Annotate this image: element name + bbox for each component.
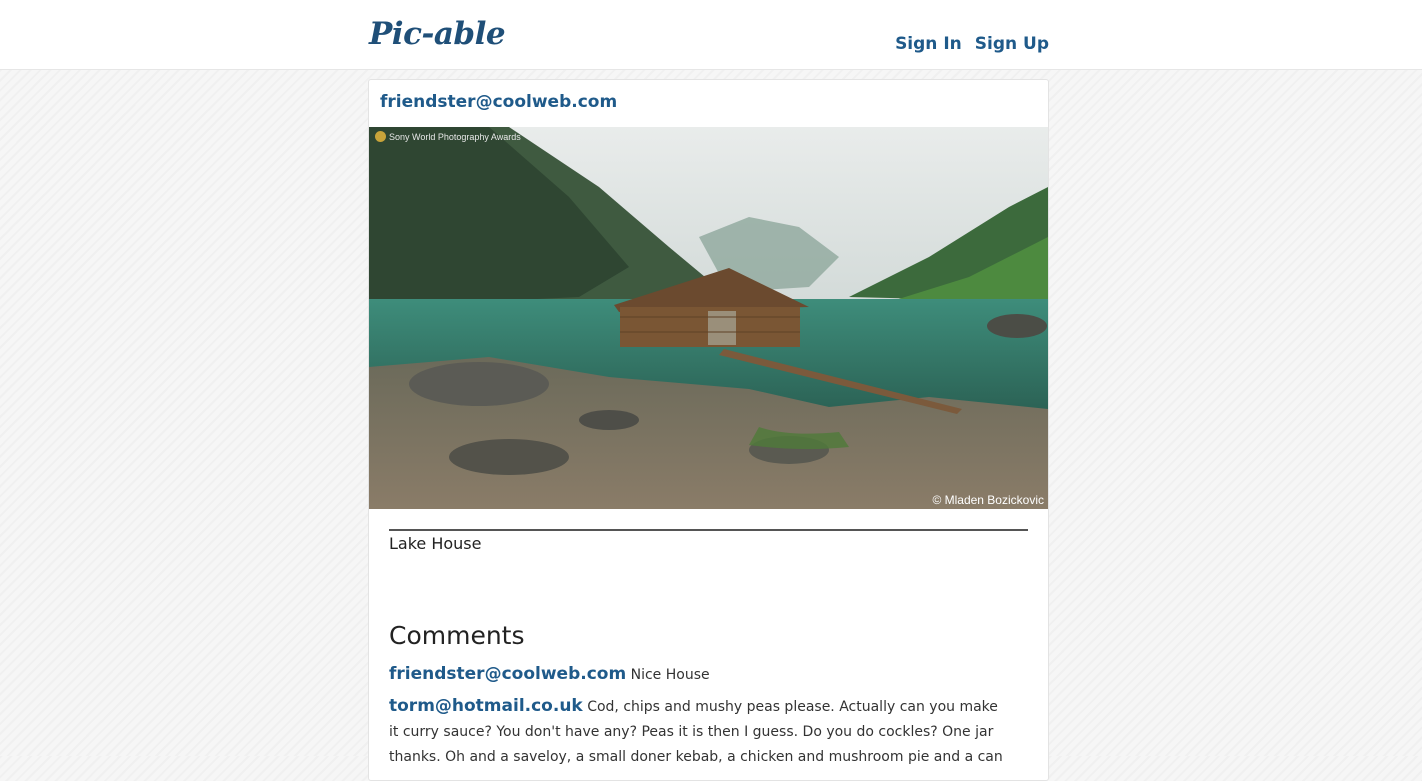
post-image: Sony World Photography Awards © Mladen B…: [369, 127, 1048, 509]
award-seal-icon: [375, 131, 386, 142]
comment-author-link[interactable]: friendster@coolweb.com: [389, 664, 626, 684]
post-author-link[interactable]: friendster@coolweb.com: [380, 92, 617, 112]
sign-in-link[interactable]: Sign In: [895, 34, 962, 54]
comment-text: Nice House: [630, 667, 710, 683]
photo-credit: © Mladen Bozickovic: [932, 493, 1044, 507]
post-card: friendster@coolweb.com Sony World Photog…: [368, 79, 1049, 781]
comments-heading: Comments: [389, 621, 525, 650]
watermark-text: Sony World Photography Awards: [389, 131, 521, 142]
post-caption: Lake House: [389, 534, 482, 553]
brand-logo-link[interactable]: Pic-able: [369, 16, 506, 52]
comment-item: torm@hotmail.co.uk Cod, chips and mushy …: [389, 694, 1009, 770]
lake-house-photo: [369, 127, 1048, 509]
comment-author-link[interactable]: torm@hotmail.co.uk: [389, 696, 583, 716]
sign-up-link[interactable]: Sign Up: [975, 34, 1049, 54]
caption-divider: [389, 529, 1028, 531]
nav-links: Sign In Sign Up: [895, 34, 1049, 54]
comment-item: friendster@coolweb.com Nice House: [389, 662, 1009, 688]
photo-watermark: Sony World Photography Awards: [375, 131, 521, 142]
navbar: Pic-able Sign In Sign Up: [0, 0, 1422, 70]
